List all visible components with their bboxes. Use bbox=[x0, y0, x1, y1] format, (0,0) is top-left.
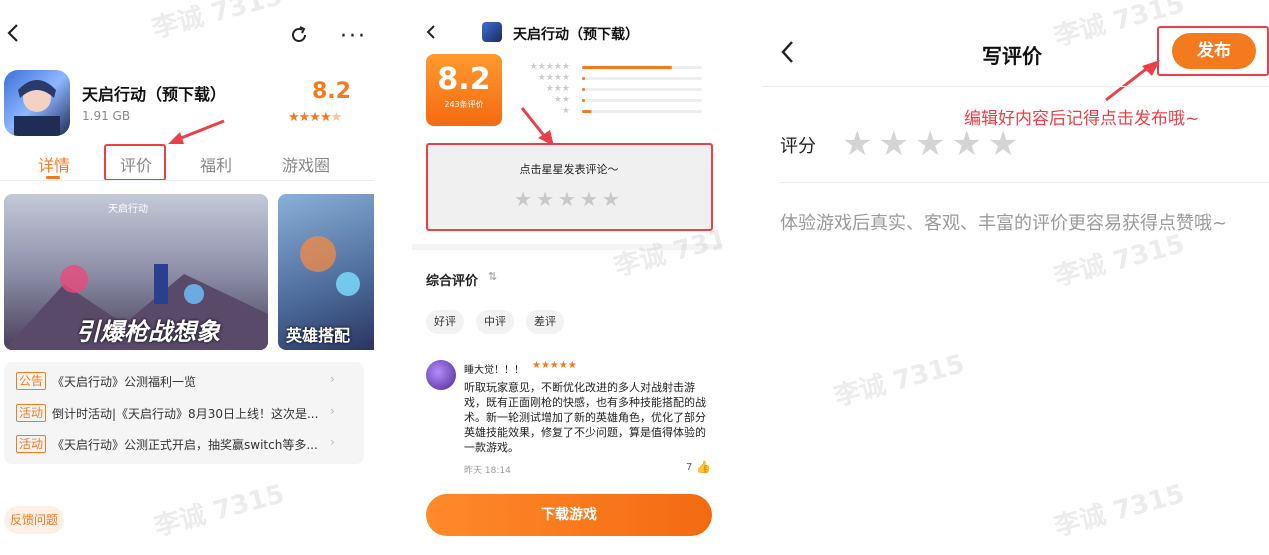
app-size: 1.91 GB bbox=[82, 109, 131, 123]
chevron-right-icon: › bbox=[330, 372, 335, 386]
app-name: 天启行动（预下载） bbox=[82, 85, 227, 104]
filter-chip-neutral[interactable]: 中评 bbox=[476, 310, 514, 334]
watermark: 李诚 7315 bbox=[151, 479, 288, 543]
rating-distribution bbox=[582, 66, 702, 113]
app-score: 8.2 bbox=[312, 79, 351, 104]
rating-label: 评分 bbox=[780, 136, 816, 157]
tab-divider bbox=[0, 180, 374, 181]
rating-stars-input[interactable]: ★★★★★ bbox=[842, 124, 1024, 164]
review-stars: ★★★★★ bbox=[532, 360, 577, 371]
rating-bar-fill bbox=[582, 99, 585, 102]
banner-slogan: 引爆枪战想象 bbox=[76, 318, 220, 346]
highlight-box-publish bbox=[1157, 26, 1269, 76]
banner-image-1[interactable]: 天启行动 引爆枪战想象 bbox=[4, 194, 268, 350]
rating-bar-fill bbox=[582, 77, 585, 80]
header-divider bbox=[762, 86, 1269, 87]
rating-bar-fill bbox=[582, 110, 592, 113]
highlight-box-rate bbox=[426, 143, 713, 231]
arrow-annotation bbox=[520, 107, 554, 146]
notice-tag: 活动 bbox=[16, 404, 47, 422]
page-title: 写评价 bbox=[982, 44, 1042, 68]
overall-label: 综合评价 bbox=[426, 274, 479, 289]
rating-bar-fill bbox=[582, 66, 672, 69]
review-textarea[interactable]: 体验游戏后真实、客观、丰富的评价更容易获得点赞哦~ bbox=[780, 212, 1256, 236]
watermark: 李诚 7315 bbox=[1051, 479, 1188, 543]
rating-bar-track bbox=[582, 88, 702, 91]
notice-text: 倒计时活动|《天启行动》8月30日上线！这次是... bbox=[52, 406, 319, 421]
banner-image-2[interactable]: 英雄搭配 bbox=[278, 194, 374, 350]
tab-indicator bbox=[46, 176, 60, 179]
notice-item[interactable]: 活动 倒计时活动|《天启行动》8月30日上线！这次是... bbox=[16, 402, 318, 424]
game-detail-panel: ··· 天启行动（预下载） 1.91 GB 8.2 ★★★★★ 详情 评价 福利… bbox=[0, 0, 374, 555]
filter-chip-bad[interactable]: 差评 bbox=[526, 310, 564, 334]
write-review-panel: 写评价 发布 编辑好内容后记得点击发布哦~ 评分 ★★★★★ 体验游戏后真实、客… bbox=[762, 0, 1269, 555]
filter-chip-good[interactable]: 好评 bbox=[426, 310, 464, 334]
banner-logo: 天启行动 bbox=[108, 204, 148, 215]
chevron-right-icon: › bbox=[330, 435, 335, 449]
notice-item[interactable]: 活动 《天启行动》公测正式开启，抽奖赢switch等多... bbox=[16, 433, 318, 455]
back-icon[interactable] bbox=[6, 22, 20, 50]
notice-text: 《天启行动》公测福利一览 bbox=[52, 374, 197, 389]
tab-game-circle[interactable]: 游戏圈 bbox=[282, 152, 330, 176]
section-divider bbox=[412, 244, 722, 250]
notice-text: 《天启行动》公测正式开启，抽奖赢switch等多... bbox=[52, 437, 318, 452]
rating-bar-track bbox=[582, 99, 702, 102]
notice-tag: 活动 bbox=[16, 435, 47, 453]
chevron-right-icon: › bbox=[330, 404, 335, 418]
arrow-annotation bbox=[168, 119, 225, 144]
page-title: 天启行动（预下载） bbox=[513, 27, 639, 43]
app-rating-stars: ★★★★★ bbox=[288, 110, 342, 125]
review-time: 昨天 18:14 bbox=[464, 466, 511, 476]
share-icon[interactable] bbox=[288, 24, 310, 50]
avatar[interactable] bbox=[426, 360, 456, 390]
thumbs-up-icon[interactable]: 👍 bbox=[696, 460, 711, 474]
more-icon[interactable]: ··· bbox=[340, 24, 367, 49]
reviews-panel: 天启行动（预下载） 8.2 243条评价 ★★★★★ ★★★★ ★★★ ★★ ★ 点击星… bbox=[412, 0, 722, 555]
notice-item[interactable]: 公告 《天启行动》公测福利一览 bbox=[16, 370, 196, 392]
tab-details[interactable]: 详情 bbox=[38, 152, 70, 176]
review-count: 243条评价 bbox=[444, 100, 484, 109]
score-card: 8.2 243条评价 bbox=[426, 54, 502, 126]
notice-tag: 公告 bbox=[16, 372, 47, 390]
back-icon[interactable] bbox=[426, 24, 436, 44]
score-value: 8.2 bbox=[437, 62, 491, 97]
arrow-annotation bbox=[1105, 60, 1160, 102]
back-icon[interactable] bbox=[780, 40, 794, 68]
rating-bar-track bbox=[582, 110, 702, 113]
rating-bar-fill bbox=[582, 88, 585, 91]
like-count: 7 bbox=[686, 462, 693, 473]
review-text: 听取玩家意见，不断优化改进的多人对战射击游戏，既有正面刚枪的快感，也有多种技能搭… bbox=[464, 381, 706, 454]
tab-welfare[interactable]: 福利 bbox=[200, 152, 232, 176]
watermark: 李诚 7315 bbox=[149, 0, 286, 45]
rating-divider bbox=[780, 182, 1269, 183]
sort-icon[interactable]: ⇅ bbox=[488, 270, 497, 283]
download-button[interactable]: 下载游戏 bbox=[426, 494, 712, 536]
rating-bar-track bbox=[582, 77, 702, 80]
highlight-box-reviews-tab bbox=[104, 144, 166, 181]
banner2-slogan: 英雄搭配 bbox=[286, 326, 351, 345]
app-icon bbox=[4, 70, 70, 136]
reviewer-name: 睡大觉！！！ bbox=[464, 365, 524, 376]
watermark: 李诚 7315 bbox=[831, 349, 968, 413]
feedback-button[interactable]: 反馈问题 bbox=[4, 506, 65, 534]
app-icon-small bbox=[482, 22, 502, 42]
